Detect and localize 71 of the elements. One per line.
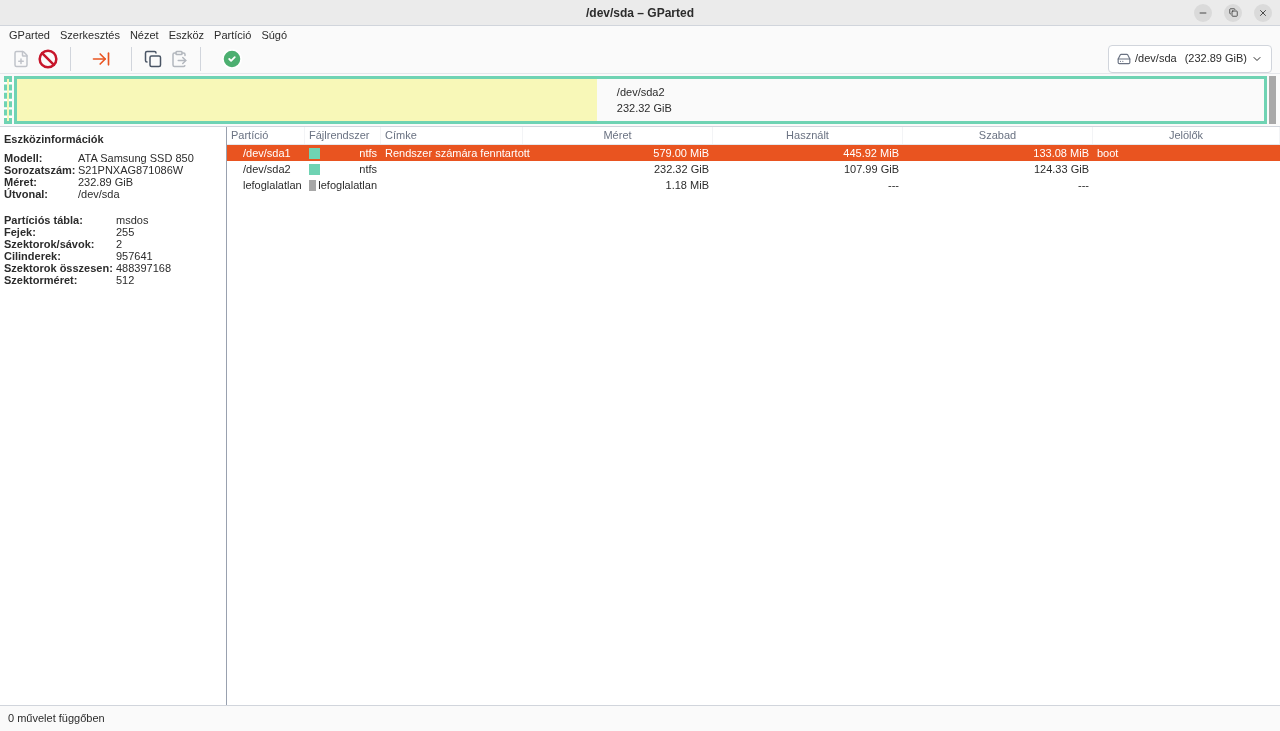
table-cell-text: 107.99 GiB [843,161,899,177]
copy-icon [144,49,162,68]
info-value: 957641 [116,249,153,262]
menu-item[interactable]: Partíció [209,26,257,44]
partition-size: 232.32 GiB [616,101,672,116]
table-cell-text: --- [888,177,899,193]
maximize-button[interactable] [1224,3,1242,22]
info-value: /dev/sda [78,187,120,200]
column-header[interactable]: Használt [713,127,903,144]
column-header[interactable]: Partíció [227,127,305,144]
check-icon [221,47,243,70]
table-cell-text: 133.08 MiB [1033,145,1089,161]
status-text: 0 művelet függőben [8,711,105,727]
table-cell-text: 445.92 MiB [843,145,899,161]
table-cell-text: /dev/sda2 [243,161,291,177]
info-value: 488397168 [116,261,172,274]
info-label: Méret: [4,175,38,188]
hard-drive-icon [1117,51,1132,66]
table-row[interactable]: /dev/sda1 ntfs Rendszer számára fenntartott 579.00 MiB 445.92 MiB 133.08 MiB boot [227,145,1280,161]
close-icon [1258,7,1268,18]
info-label: Fejek: [4,225,37,238]
table-cell-text: 579.00 MiB [653,145,709,161]
menu-item[interactable]: Eszköz [163,26,210,44]
new-document-icon [12,49,30,68]
table-cell-text: --- [1078,177,1089,193]
info-label: Partíciós tábla: [4,213,84,226]
restore-icon [1228,8,1238,17]
table-cell-text: 232.32 GiB [653,161,709,177]
info-label: Szektorméret: [4,273,79,286]
column-header[interactable]: Méret [523,127,713,144]
info-value: 255 [116,225,135,238]
info-value: ATA Samsung SSD 850 [78,151,194,164]
info-label: Útvonal: [4,187,49,200]
info-label: Cilinderek: [4,249,62,262]
info-value: 512 [116,273,135,286]
table-cell-text: lefoglalatlan [243,177,302,193]
menu-item[interactable]: Nézet [124,26,164,44]
table-cell-text: boot [1097,145,1119,161]
table-cell-text: lefoglalatlan [318,177,378,193]
table-cell-text: 1.18 MiB [665,177,709,193]
info-value: msdos [116,213,149,226]
menu-item[interactable]: Szerkesztés [54,26,125,44]
column-header[interactable]: Szabad [903,127,1093,144]
paste-icon [170,49,188,68]
column-header[interactable]: Jelölők [1093,127,1280,144]
info-value: 232.89 GiB [78,175,134,188]
minimize-button[interactable] [1194,3,1212,22]
info-label: Modell: [4,151,44,164]
device-selector[interactable]: /dev/sda (232.89 GiB) [1108,44,1272,73]
table-cell-text: Rendszer számára fenntartott [385,145,530,161]
table-cell-text: ntfs [359,161,378,177]
table-cell-text: /dev/sda1 [243,145,291,161]
column-header[interactable]: Fájlrendszer [305,127,381,144]
info-label: Sorozatszám: [4,163,77,176]
info-label: Szektorok/sávok: [4,237,96,250]
info-value: 2 [116,237,123,250]
panel-title: Eszközinformációk [4,132,105,147]
prohibited-icon [38,48,58,69]
table-row[interactable]: /dev/sda2 ntfs 232.32 GiB 107.99 GiB 124.33 GiB [227,161,1280,177]
info-value: S21PNXAG871086W [78,163,184,176]
close-button[interactable] [1254,3,1272,22]
info-label: Szektorok összesen: [4,261,114,274]
table-cell-text: ntfs [359,145,378,161]
table-row[interactable]: lefoglalatlan lefoglalatlan 1.18 MiB --- --- [227,177,1280,193]
table-cell-text: 124.33 GiB [1033,161,1089,177]
menu-item[interactable]: Súgó [256,26,293,44]
menu-item[interactable]: GParted [4,26,55,44]
column-header[interactable]: Címke [381,127,523,144]
partition-block[interactable]: /dev/sda2 232.32 GiB [14,76,1267,124]
window-title: /dev/sda – GParted [585,4,694,22]
partition-name: /dev/sda2 [616,84,666,100]
